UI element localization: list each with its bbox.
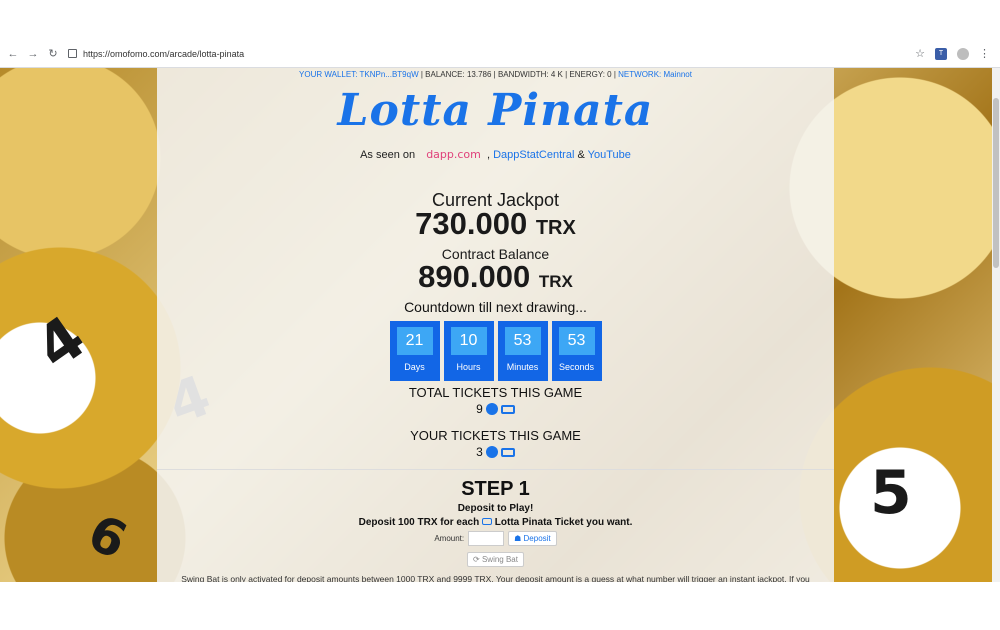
separator: & xyxy=(574,149,588,161)
youtube-link[interactable]: YouTube xyxy=(588,149,631,161)
as-seen-on: As seen on dapp.com , DappStatCentral & … xyxy=(157,148,834,161)
jackpot-value: 730.000 TRX xyxy=(157,206,834,243)
as-seen-on-label: As seen on xyxy=(360,149,416,161)
url-text: https://omofomo.com/arcade/lotta-pinata xyxy=(83,48,245,59)
countdown-unit-label: Minutes xyxy=(506,362,539,372)
ticket-icon xyxy=(500,447,515,457)
total-tickets-label: TOTAL TICKETS THIS GAME xyxy=(408,385,583,400)
browser-toolbar: ← → ↻ https://omofomo.com/arcade/lotta-p… xyxy=(0,40,1000,68)
arrow-right-icon[interactable]: → xyxy=(26,47,40,61)
menu-icon[interactable]: ⋮ xyxy=(979,47,990,60)
ball-number-decor: 6 xyxy=(79,503,136,571)
star-icon[interactable]: ☆ xyxy=(915,47,925,60)
total-tickets-value: 9 xyxy=(157,402,834,416)
amount-row: Amount: ☗ Deposit xyxy=(157,531,834,546)
contract-value: 890.000 TRX xyxy=(157,259,834,297)
jackpot-unit: TRX xyxy=(535,217,576,239)
countdown-seconds: 53 Seconds xyxy=(551,321,602,381)
countdown-unit-label: Days xyxy=(404,362,425,372)
ball-number-decor: 4 xyxy=(23,302,99,384)
reload-icon[interactable]: ↻ xyxy=(46,47,60,61)
countdown-minutes: 53 Minutes xyxy=(497,321,548,381)
scrollbar-thumb[interactable] xyxy=(993,98,999,268)
countdown-unit-label: Hours xyxy=(456,362,481,372)
swing-bat-info: Swing Bat is only activated for deposit … xyxy=(181,574,810,582)
amount-input[interactable] xyxy=(468,531,505,546)
wallet-network: NETWORK: Mainnot xyxy=(618,70,692,79)
step-title: STEP 1 xyxy=(461,478,530,500)
arrow-left-icon[interactable]: ← xyxy=(6,47,20,61)
countdown-hours: 10 Hours xyxy=(443,321,494,381)
globe-icon xyxy=(485,403,498,415)
contract-amount: 890.000 xyxy=(418,259,531,294)
ticket-icon xyxy=(481,518,492,525)
ball-number-decor: 5 xyxy=(870,458,912,528)
your-tickets-label: YOUR TICKETS THIS GAME xyxy=(410,428,581,443)
countdown-value: 21 xyxy=(396,327,433,355)
your-tickets-count: 3 xyxy=(476,445,483,459)
total-tickets-count: 9 xyxy=(476,402,483,416)
page-viewport: 4 4 5 6 YOUR WALLET: TKNPn...BT9qW | BAL… xyxy=(0,68,1000,582)
scrollbar[interactable] xyxy=(992,68,1000,582)
swing-bat-label: Swing Bat xyxy=(481,555,518,564)
countdown-value: 53 xyxy=(504,327,541,355)
deposit-heading: Deposit to Play! xyxy=(457,503,534,514)
countdown-label: Countdown till next drawing... xyxy=(404,299,587,315)
user-icon xyxy=(485,446,498,458)
wallet-address[interactable]: YOUR WALLET: TKNPn...BT9qW xyxy=(299,70,419,79)
countdown-days: 21 Days xyxy=(389,321,440,381)
lock-icon xyxy=(68,49,77,58)
swing-bat-button[interactable]: ⟳ Swing Bat xyxy=(467,552,524,567)
main-content: YOUR WALLET: TKNPn...BT9qW | BALANCE: 13… xyxy=(157,68,834,582)
countdown-unit-label: Seconds xyxy=(558,362,595,372)
deposit-instructions-pre: Deposit 100 TRX for each xyxy=(358,517,480,528)
your-tickets-value: 3 xyxy=(157,445,834,459)
page-title: Lotta Pinata xyxy=(337,85,654,136)
ticket-icon xyxy=(500,404,515,414)
profile-avatar[interactable] xyxy=(957,47,969,60)
address-bar[interactable]: https://omofomo.com/arcade/lotta-pinata xyxy=(68,49,244,59)
extension-icon[interactable]: T xyxy=(935,47,947,60)
deposit-instructions-post: Lotta Pinata Ticket you want. xyxy=(494,517,633,528)
wallet-bar: YOUR WALLET: TKNPn...BT9qW | BALANCE: 13… xyxy=(157,70,834,79)
dapp-com-logo[interactable]: dapp.com xyxy=(426,148,481,161)
section-divider xyxy=(157,469,834,470)
jackpot-amount: 730.000 xyxy=(415,206,528,241)
separator: , xyxy=(483,149,494,161)
dappstatcentral-link[interactable]: DappStatCentral xyxy=(493,149,574,161)
contract-unit: TRX xyxy=(538,272,573,291)
deposit-button[interactable]: ☗ Deposit xyxy=(508,531,557,546)
countdown-value: 10 xyxy=(450,327,487,355)
countdown-value: 53 xyxy=(558,327,595,355)
deposit-instructions: Deposit 100 TRX for each Lotta Pinata Ti… xyxy=(157,517,834,528)
deposit-button-label: Deposit xyxy=(523,534,551,543)
amount-label: Amount: xyxy=(434,534,465,543)
wallet-balance: | BALANCE: 13.786 | BANDWIDTH: 4 K | ENE… xyxy=(418,70,619,79)
countdown-timer: 21 Days 10 Hours 53 Minutes 53 Seconds xyxy=(157,321,834,381)
